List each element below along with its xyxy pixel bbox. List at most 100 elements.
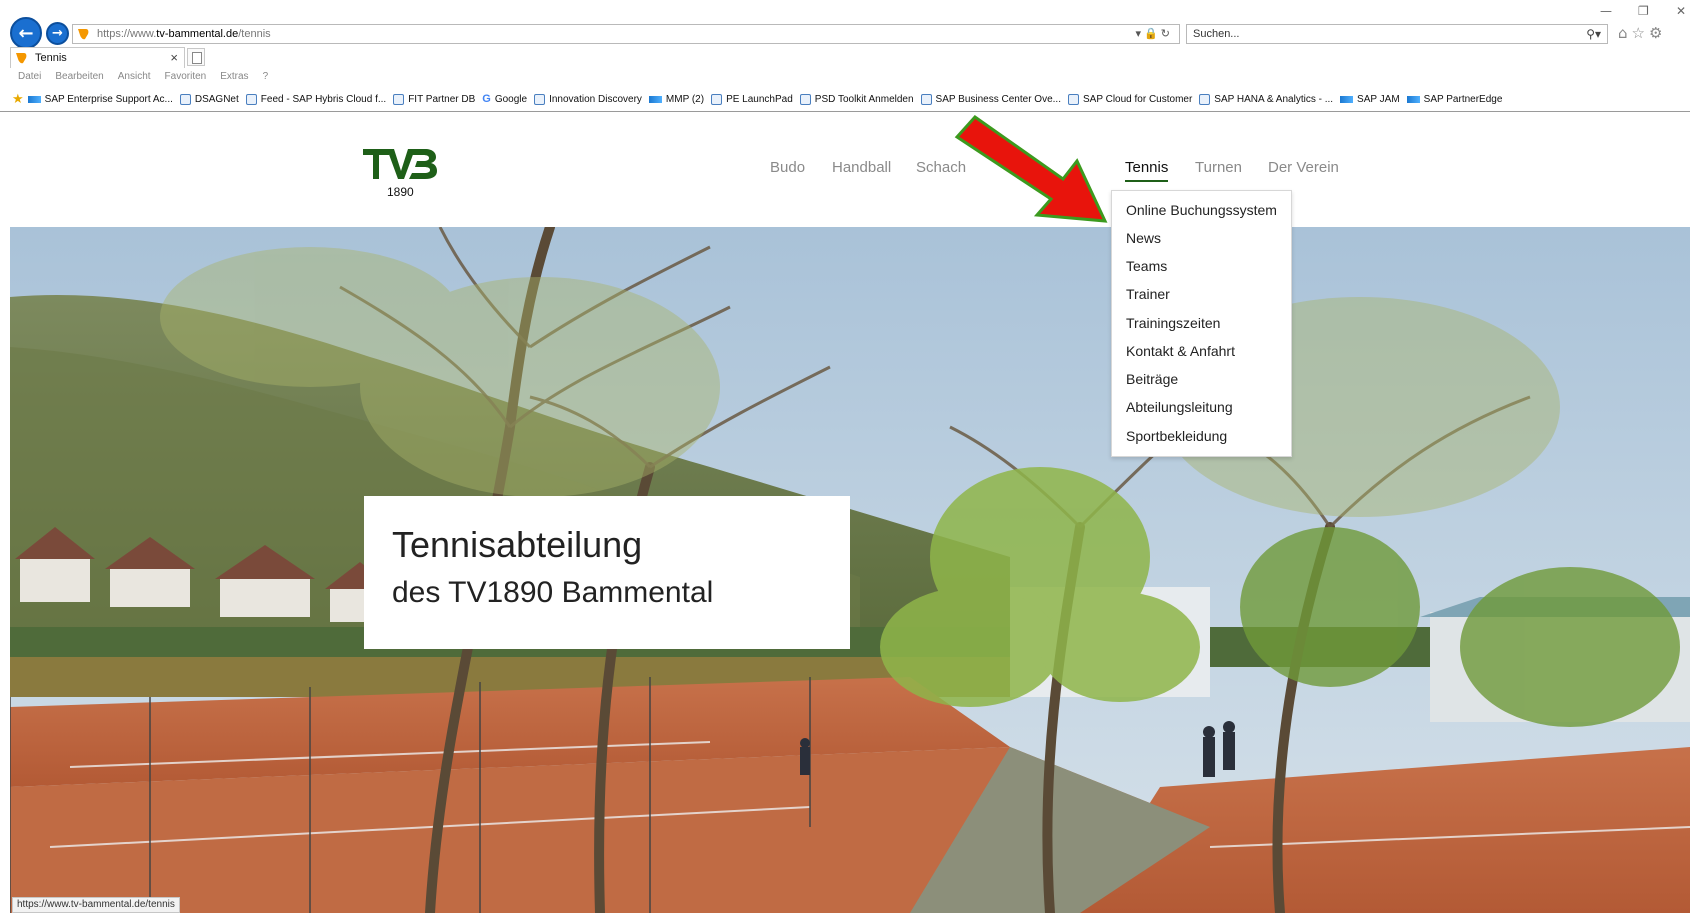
ie-page-icon: [1199, 93, 1211, 105]
nav-budo[interactable]: Budo: [770, 159, 805, 176]
address-tools[interactable]: ▾🔒↻: [1136, 27, 1173, 40]
lock-icon[interactable]: 🔒: [1144, 27, 1161, 40]
home-icon[interactable]: ⌂: [1618, 24, 1632, 42]
browser-toolbar: ← → https://www. tv-bammental.de/tennis ▾…: [0, 0, 1690, 49]
menu-bar: Datei Bearbeiten Ansicht Favoriten Extra…: [18, 71, 268, 85]
typo3-favicon-icon: [78, 29, 89, 40]
favorite-label: Feed - SAP Hybris Cloud f...: [260, 93, 387, 105]
favorite-label: SAP Enterprise Support Ac...: [44, 93, 173, 105]
favorite-item[interactable]: SAP PartnerEdge: [1406, 94, 1502, 105]
toolbar-icons: ⌂☆⚙: [1618, 24, 1666, 42]
favorite-label: MMP (2): [665, 93, 705, 105]
favorite-item[interactable]: MMP (2): [648, 93, 705, 105]
dropdown-item-trainer[interactable]: Trainer: [1126, 286, 1170, 302]
favorite-item[interactable]: SAP Enterprise Support Ac...: [27, 93, 173, 105]
favorite-label: PSD Toolkit Anmelden: [814, 93, 914, 105]
dropdown-item-sportbekleidung[interactable]: Sportbekleidung: [1126, 428, 1227, 444]
main-navigation: Budo Handball Schach Tennis Turnen Der V…: [10, 112, 1690, 227]
nav-handball[interactable]: Handball: [832, 159, 891, 176]
minimize-icon[interactable]: —: [1600, 4, 1612, 18]
dropdown-item-teams[interactable]: Teams: [1126, 258, 1167, 274]
red-arrow-annotation: [954, 115, 1108, 223]
dropdown-item-news[interactable]: News: [1126, 230, 1161, 246]
menu-ansicht[interactable]: Ansicht: [118, 71, 151, 85]
tennis-dropdown-menu: Online Buchungssystem News Teams Trainer…: [1111, 190, 1292, 457]
menu-bearbeiten[interactable]: Bearbeiten: [55, 71, 103, 85]
ie-page-icon: [1067, 93, 1079, 105]
ie-page-icon: [920, 93, 932, 105]
url-host: tv-bammental.de: [156, 28, 239, 40]
favorite-item[interactable]: SAP HANA & Analytics - ...: [1199, 93, 1334, 105]
sap-icon: [27, 95, 41, 103]
dropdown-item-online-buchungssystem[interactable]: Online Buchungssystem: [1126, 202, 1277, 218]
sap-icon: [1406, 95, 1420, 103]
favorite-item[interactable]: DSAGNet: [179, 93, 239, 105]
restore-icon[interactable]: ❐: [1638, 4, 1649, 18]
browser-chrome: ← → https://www. tv-bammental.de/tennis ▾…: [0, 0, 1690, 112]
status-bar: https://www.tv-bammental.de/tennis: [12, 897, 180, 913]
favorite-label: DSAGNet: [194, 93, 239, 105]
close-tab-icon[interactable]: ×: [170, 50, 178, 65]
favorite-item[interactable]: PE LaunchPad: [711, 93, 793, 105]
search-box[interactable]: Suchen... ⚲▾: [1186, 24, 1608, 44]
menu-help[interactable]: ?: [263, 71, 269, 85]
favorite-item[interactable]: SAP JAM: [1340, 94, 1400, 105]
ie-page-icon: [799, 93, 811, 105]
dropdown-item-beitraege[interactable]: Beiträge: [1126, 371, 1178, 387]
dropdown-item-kontakt-anfahrt[interactable]: Kontakt & Anfahrt: [1126, 343, 1235, 359]
favorite-item[interactable]: Feed - SAP Hybris Cloud f...: [245, 93, 387, 105]
gear-icon[interactable]: ⚙: [1649, 24, 1666, 42]
nav-tennis[interactable]: Tennis: [1125, 159, 1168, 176]
dropdown-item-abteilungsleitung[interactable]: Abteilungsleitung: [1126, 399, 1233, 415]
favorite-label: PE LaunchPad: [726, 93, 793, 105]
address-bar[interactable]: https://www. tv-bammental.de/tennis ▾🔒↻: [72, 24, 1180, 44]
favorites-star-icon[interactable]: ★: [12, 91, 24, 107]
search-icon[interactable]: ⚲▾: [1586, 27, 1601, 41]
hero-caption-box: Tennisabteilung des TV1890 Bammental: [364, 496, 850, 649]
favorite-label: FIT Partner DB: [408, 93, 476, 105]
arrow-right-icon: →: [52, 26, 63, 41]
close-window-icon[interactable]: ✕: [1676, 4, 1686, 18]
favorite-label: Google: [494, 93, 528, 105]
menu-extras[interactable]: Extras: [220, 71, 248, 85]
sap-icon: [1340, 95, 1354, 103]
nav-turnen[interactable]: Turnen: [1195, 159, 1242, 176]
favorite-item[interactable]: Innovation Discovery: [534, 93, 642, 105]
sap-icon: [648, 95, 662, 103]
favorite-label: SAP HANA & Analytics - ...: [1214, 93, 1334, 105]
active-nav-underline: [1125, 180, 1168, 182]
favorite-label: SAP Business Center Ove...: [935, 93, 1061, 105]
favorite-item[interactable]: PSD Toolkit Anmelden: [799, 93, 914, 105]
menu-favoriten[interactable]: Favoriten: [165, 71, 207, 85]
forward-button[interactable]: →: [46, 22, 69, 45]
tennis-courts-photo: [10, 227, 1690, 913]
tab-bar: Tennis ×: [0, 47, 1690, 69]
nav-der-verein[interactable]: Der Verein: [1268, 159, 1339, 176]
favorite-item[interactable]: SAP Cloud for Customer: [1067, 93, 1193, 105]
typo3-favicon-icon: [16, 53, 27, 64]
favorite-label: SAP Cloud for Customer: [1082, 93, 1193, 105]
search-placeholder: Suchen...: [1193, 28, 1240, 40]
tab-title: Tennis: [35, 52, 67, 64]
url-path: /tennis: [238, 28, 271, 40]
tab-tennis[interactable]: Tennis ×: [10, 47, 185, 68]
favorite-label: SAP JAM: [1357, 93, 1400, 105]
url-scheme: https://www.: [97, 28, 157, 40]
favorite-item[interactable]: SAP Business Center Ove...: [920, 93, 1061, 105]
back-button[interactable]: ←: [10, 17, 42, 49]
site-header: 1890 Budo Handball Schach Tennis Turnen …: [10, 112, 1690, 227]
favorite-item[interactable]: FIT Partner DB: [393, 93, 476, 105]
menu-datei[interactable]: Datei: [18, 71, 41, 85]
ie-page-icon: [393, 93, 405, 105]
dropdown-item-trainingszeiten[interactable]: Trainingszeiten: [1126, 315, 1220, 331]
new-tab-button[interactable]: [187, 48, 205, 66]
ie-page-icon: [711, 93, 723, 105]
favorite-item[interactable]: G Google: [482, 93, 528, 105]
refresh-icon[interactable]: ↻: [1161, 27, 1173, 40]
hero-image: Tennisabteilung des TV1890 Bammental: [10, 227, 1690, 913]
favorite-label: Innovation Discovery: [549, 93, 642, 105]
star-icon[interactable]: ☆: [1632, 24, 1649, 42]
ie-page-icon: [179, 93, 191, 105]
ie-page-icon: [534, 93, 546, 105]
dropdown-arrow-icon[interactable]: ▾: [1136, 27, 1145, 40]
